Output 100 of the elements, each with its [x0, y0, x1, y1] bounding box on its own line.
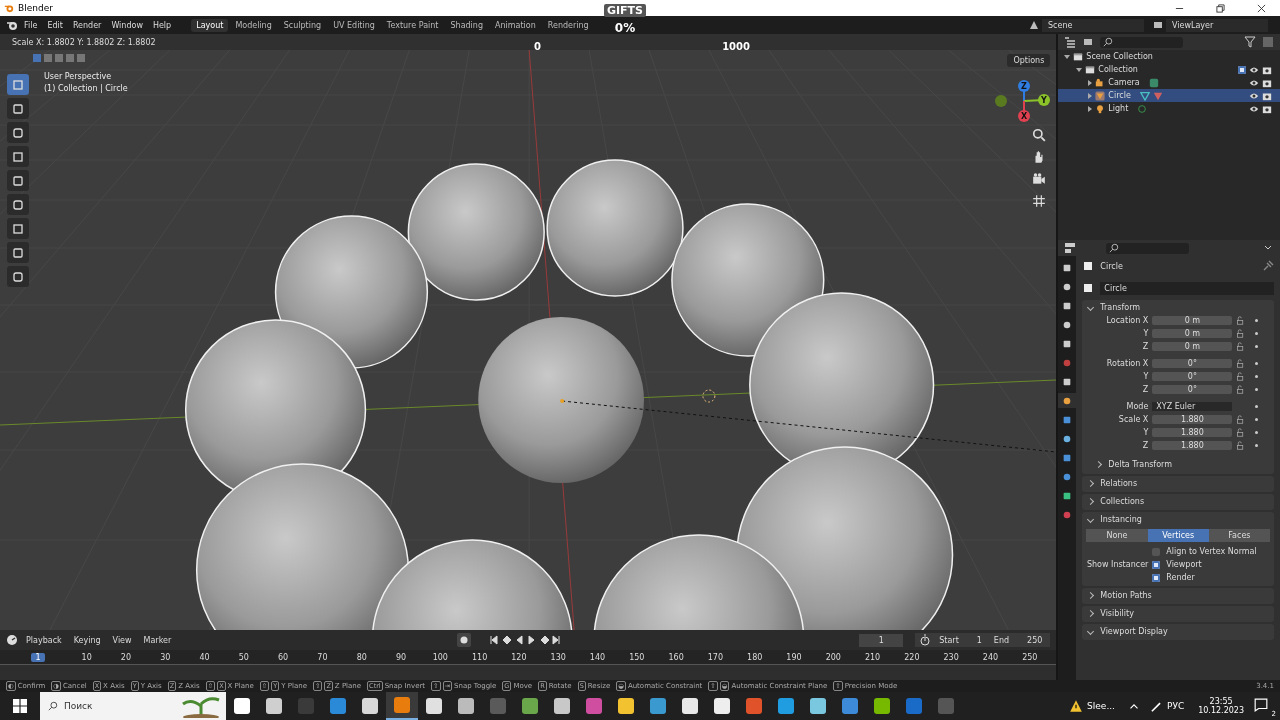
keyframe-dot-icon[interactable]	[1255, 444, 1259, 447]
timeline-menu[interactable]: Keying	[69, 635, 105, 645]
outliner-item[interactable]: Scene Collection	[1058, 50, 1280, 63]
checkbox[interactable]	[1152, 560, 1161, 569]
number-field[interactable]: 1.880	[1152, 441, 1233, 450]
timeline-menu[interactable]: View	[108, 635, 136, 645]
taskbar-search-field[interactable]: Поиск	[40, 692, 226, 720]
checkbox[interactable]	[1238, 65, 1246, 74]
menu-item[interactable]: File	[20, 20, 42, 30]
lock-icon[interactable]	[1236, 359, 1246, 368]
view-layer-selector[interactable]: ViewLayer	[1166, 18, 1268, 32]
tool-button[interactable]	[7, 218, 29, 239]
playhead-frame[interactable]: 1	[31, 652, 45, 662]
clock-icon[interactable]	[6, 634, 18, 646]
keyframe-dot-icon[interactable]	[1255, 345, 1259, 348]
navigation-gizmo[interactable]: Z Y X	[990, 70, 1054, 134]
grid-icon[interactable]	[1032, 194, 1046, 208]
expand-arrow-icon[interactable]	[1064, 54, 1071, 59]
display-mode-icon[interactable]	[1064, 36, 1077, 48]
menu-item[interactable]: Render	[68, 20, 106, 30]
checkbox[interactable]	[1152, 573, 1161, 582]
workspace-tab[interactable]: Texture Paint	[381, 18, 444, 32]
workspace-tab[interactable]: Sculpting	[278, 18, 327, 32]
panel-header[interactable]: Collections	[1082, 494, 1274, 508]
subpanel-header[interactable]: Delta Transform	[1082, 456, 1274, 472]
instancing-option[interactable]: Vertices	[1147, 529, 1209, 542]
panel-header[interactable]: Motion Paths	[1082, 588, 1274, 602]
number-field[interactable]: 1.880	[1152, 415, 1233, 424]
tool-button[interactable]	[7, 242, 29, 263]
number-field[interactable]: 0 m	[1152, 329, 1233, 338]
panel-header[interactable]: Relations	[1082, 476, 1274, 490]
panel-header[interactable]: Instancing	[1082, 512, 1274, 526]
menu-item[interactable]: Window	[107, 20, 147, 30]
keyframe-dot-icon[interactable]	[1255, 375, 1259, 378]
outliner-item[interactable]: Circle	[1058, 89, 1280, 102]
keyframe-dot-icon[interactable]	[1255, 362, 1259, 365]
tool-button[interactable]	[7, 98, 29, 119]
pin-icon[interactable]	[1262, 260, 1274, 272]
workspace-tab[interactable]: Layout	[191, 18, 229, 32]
workspace-tab[interactable]: Modeling	[230, 18, 277, 32]
lock-icon[interactable]	[1236, 428, 1246, 437]
start-frame-field[interactable]: Start 1	[935, 634, 986, 646]
view-layer-icon[interactable]	[1152, 19, 1164, 31]
lock-icon[interactable]	[1236, 329, 1246, 338]
lock-icon[interactable]	[1236, 385, 1246, 394]
view-layer-icon[interactable]	[1082, 36, 1095, 48]
keyframe-dot-icon[interactable]	[1255, 418, 1259, 421]
filter-icon[interactable]	[1244, 36, 1256, 48]
outliner-item[interactable]: Light	[1058, 102, 1280, 115]
clock-date[interactable]: 10.12.2023	[1198, 706, 1244, 715]
workspace-tab[interactable]: Rendering	[542, 18, 594, 32]
timeline-menu[interactable]: Marker	[139, 635, 176, 645]
mode-dropdown[interactable]: XYZ Euler	[1152, 402, 1233, 411]
notifications-icon[interactable]	[1254, 698, 1268, 712]
timeline-menu[interactable]: Playback	[22, 635, 66, 645]
end-frame-field[interactable]: End 250	[989, 634, 1047, 646]
mesh-data-icon[interactable]	[1139, 90, 1150, 101]
timeline-track[interactable]	[0, 664, 1057, 680]
tool-button[interactable]	[7, 170, 29, 191]
tool-button[interactable]	[7, 266, 29, 287]
panel-header[interactable]: Transform	[1082, 300, 1274, 314]
workspace-tab[interactable]: Shading	[445, 18, 488, 32]
warning-icon[interactable]	[1069, 699, 1084, 713]
outliner-item[interactable]: Collection	[1058, 63, 1280, 76]
scene-selector[interactable]: Scene	[1042, 18, 1144, 32]
menu-item[interactable]: Help	[148, 20, 176, 30]
number-field[interactable]: 0°	[1152, 385, 1233, 394]
current-frame-field[interactable]: 1	[859, 633, 904, 647]
editor-type-icon[interactable]	[1064, 242, 1077, 254]
panel-header[interactable]: Visibility	[1082, 606, 1274, 620]
lock-icon[interactable]	[1236, 316, 1246, 325]
number-field[interactable]: 0 m	[1152, 316, 1233, 325]
lock-icon[interactable]	[1236, 441, 1246, 450]
tool-button[interactable]	[7, 194, 29, 215]
tool-button[interactable]	[7, 74, 29, 95]
tool-button[interactable]	[7, 122, 29, 143]
keyframe-dot-icon[interactable]	[1255, 332, 1259, 335]
lock-icon[interactable]	[1236, 372, 1246, 381]
lock-icon[interactable]	[1236, 342, 1246, 351]
search-field[interactable]	[1106, 242, 1190, 254]
restore-icon[interactable]	[1216, 3, 1225, 13]
workspace-tab[interactable]: UV Editing	[328, 18, 380, 32]
properties-tab[interactable]	[1058, 393, 1077, 408]
close-icon[interactable]	[1257, 3, 1266, 13]
panel-header[interactable]: Viewport Display	[1082, 624, 1274, 638]
name-field[interactable]: Circle	[1100, 281, 1274, 295]
keyframe-dot-icon[interactable]	[1255, 431, 1259, 434]
workspace-tab[interactable]: Animation	[490, 18, 541, 32]
language-indicator[interactable]: РУС	[1167, 701, 1185, 711]
keyframe-dot-icon[interactable]	[1255, 405, 1259, 408]
tool-button[interactable]	[7, 146, 29, 167]
search-field[interactable]	[1100, 36, 1184, 48]
number-field[interactable]: 0°	[1152, 372, 1233, 381]
checkbox[interactable]	[1152, 547, 1161, 556]
record-icon[interactable]	[457, 633, 472, 647]
instancing-option[interactable]: Faces	[1208, 529, 1270, 542]
clock-time[interactable]: 23:55	[1209, 697, 1233, 706]
keyframe-dot-icon[interactable]	[1255, 388, 1259, 391]
number-field[interactable]: 0 m	[1152, 342, 1233, 351]
camera-icon[interactable]	[1032, 172, 1046, 186]
